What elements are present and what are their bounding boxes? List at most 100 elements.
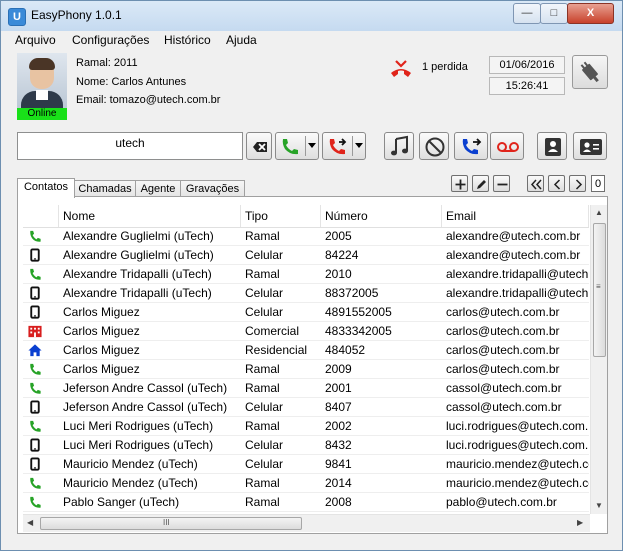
cell-nome: Jeferson Andre Cassol (uTech) <box>63 381 228 395</box>
scroll-up-icon[interactable]: ▲ <box>595 208 603 217</box>
table-row[interactable]: Pablo Sanger (uTech) Ramal 2008 pablo@utech… <box>23 493 589 512</box>
table-row[interactable]: Carlos Miguez Ramal 2009 carlos@utech.com.b… <box>23 360 589 379</box>
remove-contact-button[interactable] <box>493 175 510 192</box>
contact-card-button[interactable] <box>573 132 607 160</box>
edit-contact-button[interactable] <box>472 175 489 192</box>
scroll-left-icon[interactable]: ◀ <box>27 518 33 527</box>
mobile-icon <box>30 457 40 471</box>
table-row[interactable]: Alexandre Tridapalli (uTech) Celular 88372… <box>23 284 589 303</box>
column-header-email[interactable]: Email <box>442 205 589 227</box>
forward-button[interactable] <box>454 132 488 160</box>
voicemail-button[interactable] <box>490 132 524 160</box>
table-row[interactable]: Carlos Miguez Celular 4891552005 carlos@ute… <box>23 303 589 322</box>
phone-icon <box>30 382 41 394</box>
block-button[interactable] <box>419 132 449 160</box>
cell-email: alexandre.tridapalli@utech. <box>446 267 589 281</box>
cell-nome: Alexandre Tridapalli (uTech) <box>63 286 212 300</box>
add-contact-button[interactable] <box>451 175 468 192</box>
connection-button[interactable] <box>572 55 608 89</box>
table-row[interactable]: Carlos Miguez Comercial 4833342005 carlos@u… <box>23 322 589 341</box>
mobile-icon <box>30 438 40 452</box>
grip-icon: ≡ <box>596 282 601 291</box>
menu-historico[interactable]: Histórico <box>164 33 211 47</box>
close-button[interactable]: X <box>567 3 614 24</box>
table-row[interactable]: Luci Meri Rodrigues (uTech) Celular 8432 lu… <box>23 436 589 455</box>
scroll-down-icon[interactable]: ▼ <box>595 501 603 510</box>
minimize-button[interactable]: — <box>513 3 541 24</box>
ramal-value: 2011 <box>113 57 138 69</box>
table-row[interactable]: Carlos Miguez Residencial 484052 carlos@ute… <box>23 341 589 360</box>
table-row[interactable]: Mauricio Mendez (uTech) Ramal 2014 mauricio… <box>23 474 589 493</box>
block-icon <box>425 137 445 157</box>
cell-email: carlos@utech.com.br <box>446 343 560 357</box>
clear-icon <box>253 142 267 152</box>
search-input[interactable]: utech <box>17 132 243 160</box>
cell-tipo: Celular <box>245 305 284 319</box>
cell-email: alexandre@utech.com.br <box>446 229 581 243</box>
table-row[interactable]: Jeferson Andre Cassol (uTech) Celular 8407… <box>23 398 589 417</box>
contact-button[interactable] <box>537 132 567 160</box>
title-bar[interactable]: U EasyPhony 1.0.1 — □ X <box>1 1 622 31</box>
table-header: Nome Tipo Número Email <box>23 205 589 228</box>
grip-icon: III <box>163 518 170 527</box>
cell-numero: 2010 <box>325 267 352 281</box>
column-header-numero[interactable]: Número <box>321 205 442 227</box>
column-header-icon <box>23 205 59 227</box>
column-header-nome[interactable]: Nome <box>59 205 241 227</box>
tab-agente[interactable]: Agente <box>135 180 181 197</box>
plus-icon <box>455 179 466 190</box>
call-button[interactable] <box>275 132 319 160</box>
cell-nome: Mauricio Mendez (uTech) <box>63 476 198 490</box>
tab-contatos[interactable]: Contatos <box>17 178 75 198</box>
table-row[interactable]: Mauricio Mendez (uTech) Celular 9841 mauric… <box>23 455 589 474</box>
vertical-scrollbar[interactable]: ▲ ≡ ▼ <box>590 205 607 514</box>
table-row[interactable]: Alexandre Guglielmi (uTech) Ramal 2005 alex… <box>23 227 589 246</box>
ramal-line: Ramal: 2011 <box>76 57 138 69</box>
first-page-button[interactable] <box>527 175 544 192</box>
cell-numero: 484052 <box>325 343 366 357</box>
cell-email: luci.rodrigues@utech.com. <box>446 419 589 433</box>
tab-gravacoes[interactable]: Gravações <box>180 180 245 197</box>
clear-search-button[interactable] <box>246 132 272 160</box>
table-row[interactable]: Luci Meri Rodrigues (uTech) Ramal 2002 luci… <box>23 417 589 436</box>
cell-nome: Luci Meri Rodrigues (uTech) <box>63 419 214 433</box>
call-icon <box>282 139 298 155</box>
music-icon <box>391 135 408 156</box>
app-icon: U <box>8 8 26 26</box>
table-row[interactable]: Jeferson Andre Cassol (uTech) Ramal 2001 ca… <box>23 379 589 398</box>
maximize-button[interactable]: □ <box>540 3 568 24</box>
phone-icon <box>30 363 41 375</box>
cell-numero: 4891552005 <box>325 305 392 319</box>
menu-ajuda[interactable]: Ajuda <box>226 33 257 47</box>
table-row[interactable]: Alexandre Tridapalli (uTech) Ramal 2010 ale… <box>23 265 589 284</box>
cell-email: alexandre@utech.com.br <box>446 248 581 262</box>
cell-nome: Alexandre Guglielmi (uTech) <box>63 248 214 262</box>
menu-configuracoes[interactable]: Configurações <box>72 33 149 47</box>
horizontal-scroll-thumb[interactable]: III <box>40 517 302 530</box>
ramal-label: Ramal: <box>76 57 111 69</box>
cell-email: carlos@utech.com.br <box>446 324 560 338</box>
next-page-button[interactable] <box>569 175 586 192</box>
cell-numero: 2002 <box>325 419 352 433</box>
vertical-scroll-thumb[interactable]: ≡ <box>593 223 606 357</box>
music-on-hold-button[interactable] <box>384 132 414 160</box>
transfer-button[interactable] <box>322 132 366 160</box>
horizontal-scrollbar[interactable]: ◀ III ▶ <box>23 514 590 532</box>
prev-page-button[interactable] <box>548 175 565 192</box>
column-header-tipo[interactable]: Tipo <box>241 205 321 227</box>
cell-email: cassol@utech.com.br <box>446 381 562 395</box>
missed-call-icon <box>391 60 411 77</box>
cell-tipo: Comercial <box>245 324 300 338</box>
cell-nome: Carlos Miguez <box>63 324 140 338</box>
cell-tipo: Celular <box>245 457 284 471</box>
cell-nome: Jeferson Andre Cassol (uTech) <box>63 400 228 414</box>
cell-nome: Carlos Miguez <box>63 305 140 319</box>
cell-numero: 2001 <box>325 381 352 395</box>
menu-arquivo[interactable]: Arquivo <box>15 33 56 47</box>
tab-chamadas[interactable]: Chamadas <box>74 180 136 197</box>
chevron-right-icon <box>575 179 583 190</box>
cell-tipo: Residencial <box>245 343 308 357</box>
home-icon <box>28 344 42 357</box>
scroll-right-icon[interactable]: ▶ <box>577 518 583 527</box>
table-row[interactable]: Alexandre Guglielmi (uTech) Celular 84224 a… <box>23 246 589 265</box>
